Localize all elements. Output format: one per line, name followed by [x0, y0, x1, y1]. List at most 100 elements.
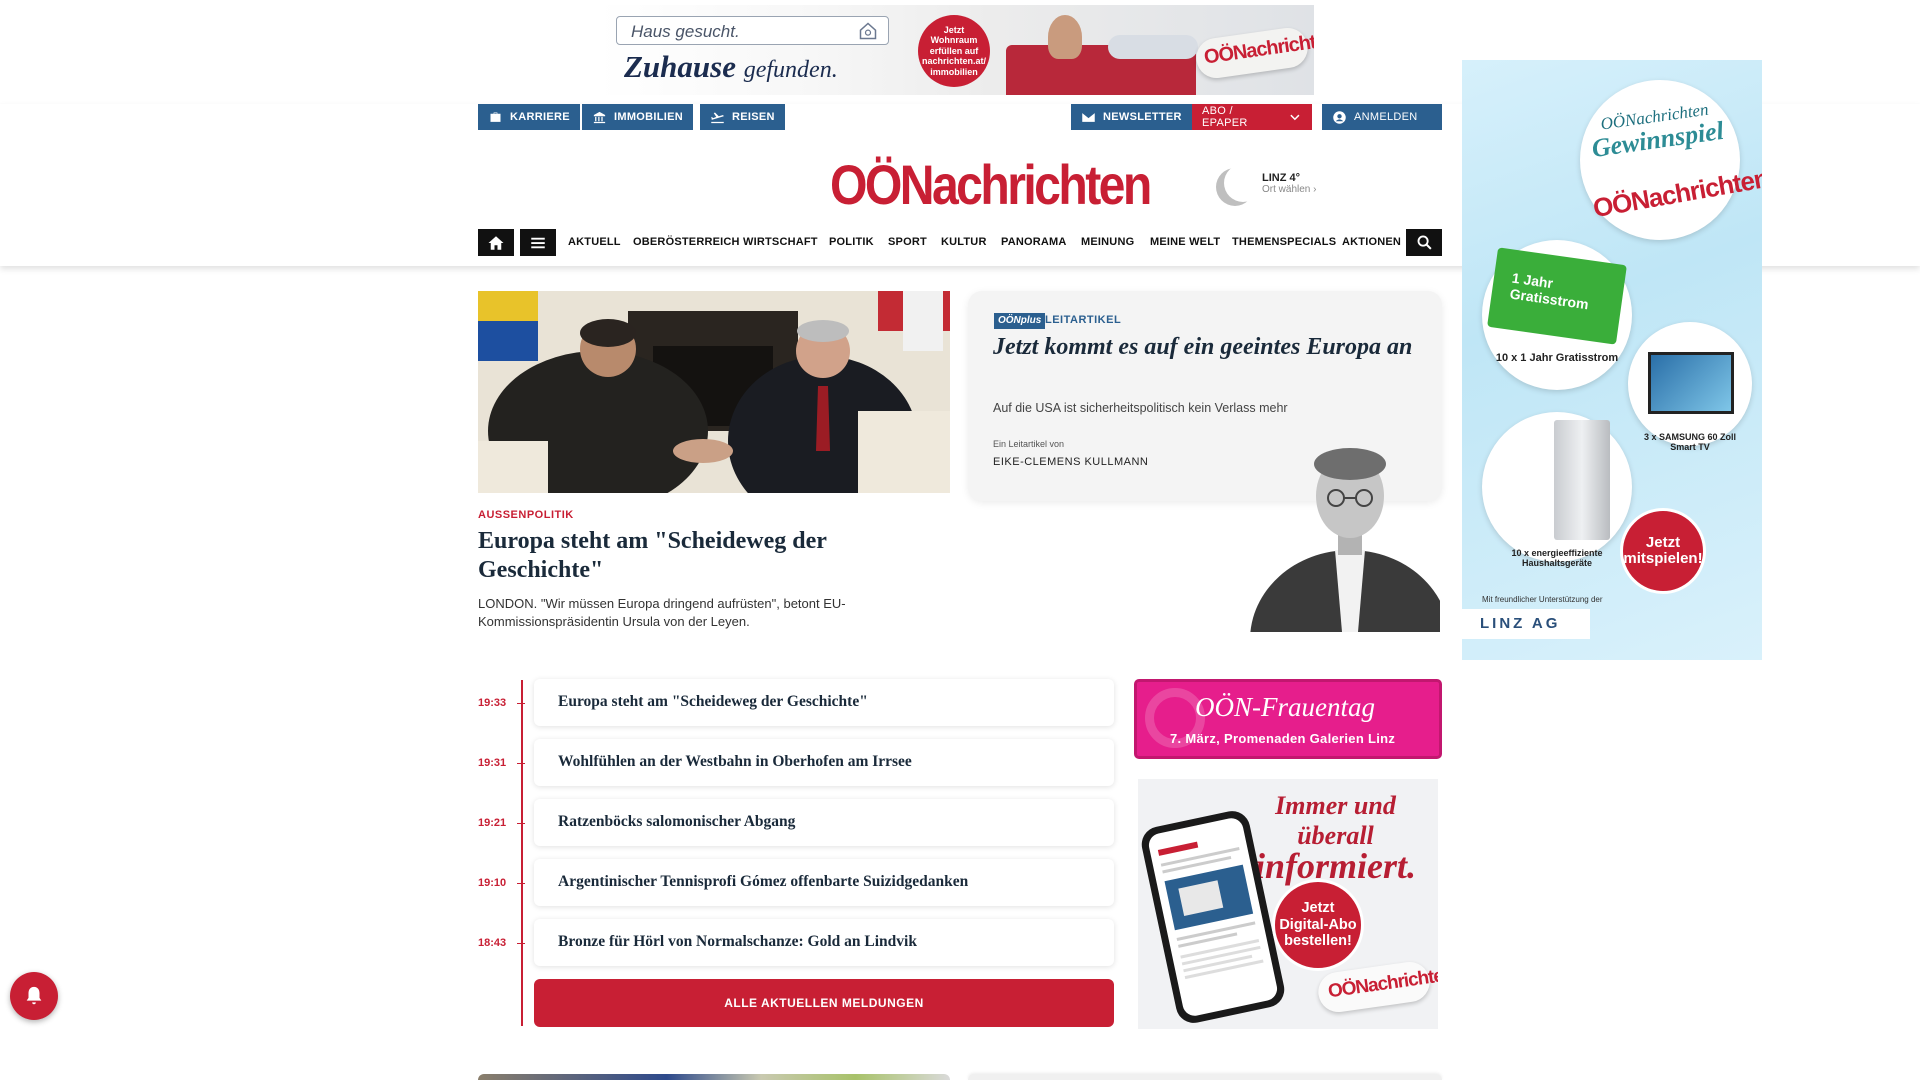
timeline-tick	[517, 823, 525, 824]
user-icon	[1333, 110, 1346, 124]
timeline-tick	[517, 943, 525, 944]
karriere-button[interactable]: KARRIERE	[478, 104, 580, 130]
ad-prize-3: 10 x energieeffiziente Haushaltsgeräte	[1511, 548, 1603, 569]
top-banner-ad[interactable]: Haus gesucht. Zuhause gefunden. Jetzt Wo…	[598, 5, 1314, 95]
digital-abo-title-line2: informiert.	[1254, 846, 1416, 886]
home-button[interactable]	[478, 229, 514, 256]
timeline-item[interactable]: Bronze für Hörl von Normalschanze: Gold …	[534, 919, 1114, 966]
ad-fridge-image	[1554, 420, 1610, 540]
frauentag-promo[interactable]: OÖN-Frauentag 7. März, Promenaden Galeri…	[1134, 679, 1442, 759]
author-portrait	[1240, 430, 1440, 632]
ad-tv-image	[1648, 352, 1734, 414]
lead-category[interactable]: AUSSENPOLITIK	[478, 509, 574, 521]
nav-item-politik[interactable]: POLITIK	[829, 229, 874, 256]
digital-abo-title-line1: Immer und überall	[1275, 791, 1396, 850]
nav-item-kultur[interactable]: KULTUR	[941, 229, 987, 256]
timeline-item[interactable]: Europa steht am "Scheideweg der Geschich…	[534, 679, 1114, 726]
nav-item-themenspecials[interactable]: THEMENSPECIALS	[1232, 229, 1336, 256]
oon-plus-badge: OÖNplus	[994, 313, 1046, 329]
ad-sponsor-logo: LINZ AG	[1462, 609, 1590, 639]
nav-item-meinung[interactable]: MEINUNG	[1081, 229, 1134, 256]
digital-abo-promo[interactable]: Immer und überall informiert. Jetzt Digi…	[1138, 779, 1438, 1029]
nav-item-sport[interactable]: SPORT	[888, 229, 927, 256]
push-notification-button[interactable]	[10, 972, 58, 1020]
next-story-image[interactable]	[478, 1074, 950, 1080]
timeline-time: 18:43	[478, 937, 507, 949]
bell-icon	[26, 986, 42, 1005]
search-icon	[1417, 235, 1432, 250]
nav-item-oberoesterreich[interactable]: OBERÖSTERREICH	[633, 229, 740, 256]
weather-select-label: Ort wählen	[1262, 183, 1311, 195]
timeline-tick	[517, 703, 525, 704]
ad-search-text: Haus gesucht.	[631, 22, 740, 41]
timeline-time: 19:10	[478, 877, 507, 889]
frauentag-subtitle: 7. März, Promenaden Galerien Linz	[1170, 731, 1396, 746]
lead-story-image[interactable]	[478, 291, 950, 493]
timeline-tick	[517, 763, 525, 764]
briefcase-icon	[490, 112, 501, 122]
digital-abo-cta[interactable]: Jetzt Digital-Abo bestellen!	[1272, 879, 1364, 971]
ad-logo: OÖNachrichten	[1193, 25, 1314, 81]
search-button[interactable]	[1406, 229, 1442, 256]
editorial-headline[interactable]: Jetzt kommt es auf ein geeintes Europa a…	[993, 333, 1423, 362]
ad-badge: Jetzt Wohnraum erfüllen auf nachrichten.…	[918, 15, 990, 87]
all-news-button[interactable]: ALLE AKTUELLEN MELDUNGEN	[534, 979, 1114, 1027]
timeline-line	[521, 680, 523, 1026]
chevron-right-icon: ›	[1313, 183, 1317, 195]
anmelden-button[interactable]: ANMELDEN	[1322, 104, 1442, 130]
nav-item-panorama[interactable]: PANORAMA	[1001, 229, 1067, 256]
menu-button[interactable]	[520, 229, 556, 256]
nav-item-wirtschaft[interactable]: WIRTSCHAFT	[743, 229, 818, 256]
ad-slogan-small: gefunden.	[743, 57, 838, 83]
timeline-item[interactable]: Argentinischer Tennisprofi Gómez offenba…	[534, 859, 1114, 906]
nav-item-aktionen[interactable]: AKTIONEN	[1342, 229, 1401, 256]
immobilien-button[interactable]: IMMOBILIEN	[582, 104, 693, 130]
ad-slogan: Zuhause gefunden.	[624, 49, 838, 85]
ad-mitspielen-button[interactable]: Jetzt mitspielen!	[1620, 508, 1706, 594]
nav-item-meine-welt[interactable]: MEINE WELT	[1150, 229, 1220, 256]
chevron-down-icon	[1290, 114, 1300, 120]
ad-prize-1: 10 x 1 Jahr Gratisstrom	[1495, 352, 1619, 364]
immobilien-label: IMMOBILIEN	[614, 111, 683, 123]
frauentag-title: OÖN-Frauentag	[1195, 692, 1375, 722]
lead-teaser: LONDON. "Wir müssen Europa dringend aufr…	[478, 596, 846, 629]
reisen-label: REISEN	[732, 111, 775, 123]
timeline-time: 19:31	[478, 757, 507, 769]
timeline-time: 19:33	[478, 697, 507, 709]
ad-prize-2: 3 x SAMSUNG 60 Zoll Smart TV	[1643, 432, 1737, 453]
karriere-label: KARRIERE	[510, 111, 570, 123]
side-skyscraper-ad[interactable]: OÖNachrichten Gewinnspiel OÖNachrichten …	[1462, 60, 1762, 660]
site-logo[interactable]: OÖNachrichten	[830, 152, 1152, 217]
editorial-category: LEITARTIKEL	[1045, 314, 1122, 326]
abo-label: ABO / EPAPER	[1202, 105, 1248, 129]
reisen-button[interactable]: REISEN	[700, 104, 785, 130]
editorial-author: EIKE-CLEMENS KULLMANN	[993, 456, 1149, 468]
ad-person-image	[1108, 35, 1198, 59]
timeline-item[interactable]: Wohlfühlen an der Westbahn in Oberhofen …	[534, 739, 1114, 786]
weather-city: LINZ 4°	[1262, 171, 1301, 184]
author-photo	[1250, 448, 1440, 632]
anmelden-label: ANMELDEN	[1354, 111, 1418, 123]
digital-abo-title: Immer und überall informiert.	[1238, 791, 1433, 885]
editorial-byline: Ein Leitartikel von	[993, 439, 1065, 449]
home-icon	[488, 235, 504, 250]
hamburger-menu-icon	[531, 237, 545, 248]
ad-search-field: Haus gesucht.	[616, 16, 889, 45]
abo-epaper-dropdown[interactable]: ABO / EPAPER	[1192, 104, 1312, 130]
timeline-tick	[517, 883, 525, 884]
lead-photo	[478, 291, 950, 493]
house-icon	[859, 22, 877, 40]
newsletter-label: NEWSLETTER	[1103, 111, 1182, 123]
building-icon	[593, 111, 606, 123]
newsletter-button[interactable]: NEWSLETTER	[1071, 104, 1192, 130]
lead-headline[interactable]: Europa steht am "Scheideweg der Geschich…	[478, 527, 938, 585]
weather-select-location[interactable]: Ort wählen ›	[1262, 184, 1316, 195]
weather-widget[interactable]: LINZ 4° Ort wählen ›	[1216, 164, 1316, 202]
timeline-item[interactable]: Ratzenböcks salomonischer Abgang	[534, 799, 1114, 846]
main-navigation: AKTUELL OBERÖSTERREICH WIRTSCHAFT POLITI…	[478, 229, 1442, 256]
nav-item-aktuell[interactable]: AKTUELL	[568, 229, 621, 256]
editorial-subtitle: Auf die USA ist sicherheitspolitisch kei…	[993, 401, 1288, 415]
ad-slogan-main: Zuhause	[624, 49, 736, 84]
next-story-card[interactable]	[968, 1074, 1442, 1080]
ad-person-image	[1048, 15, 1082, 59]
